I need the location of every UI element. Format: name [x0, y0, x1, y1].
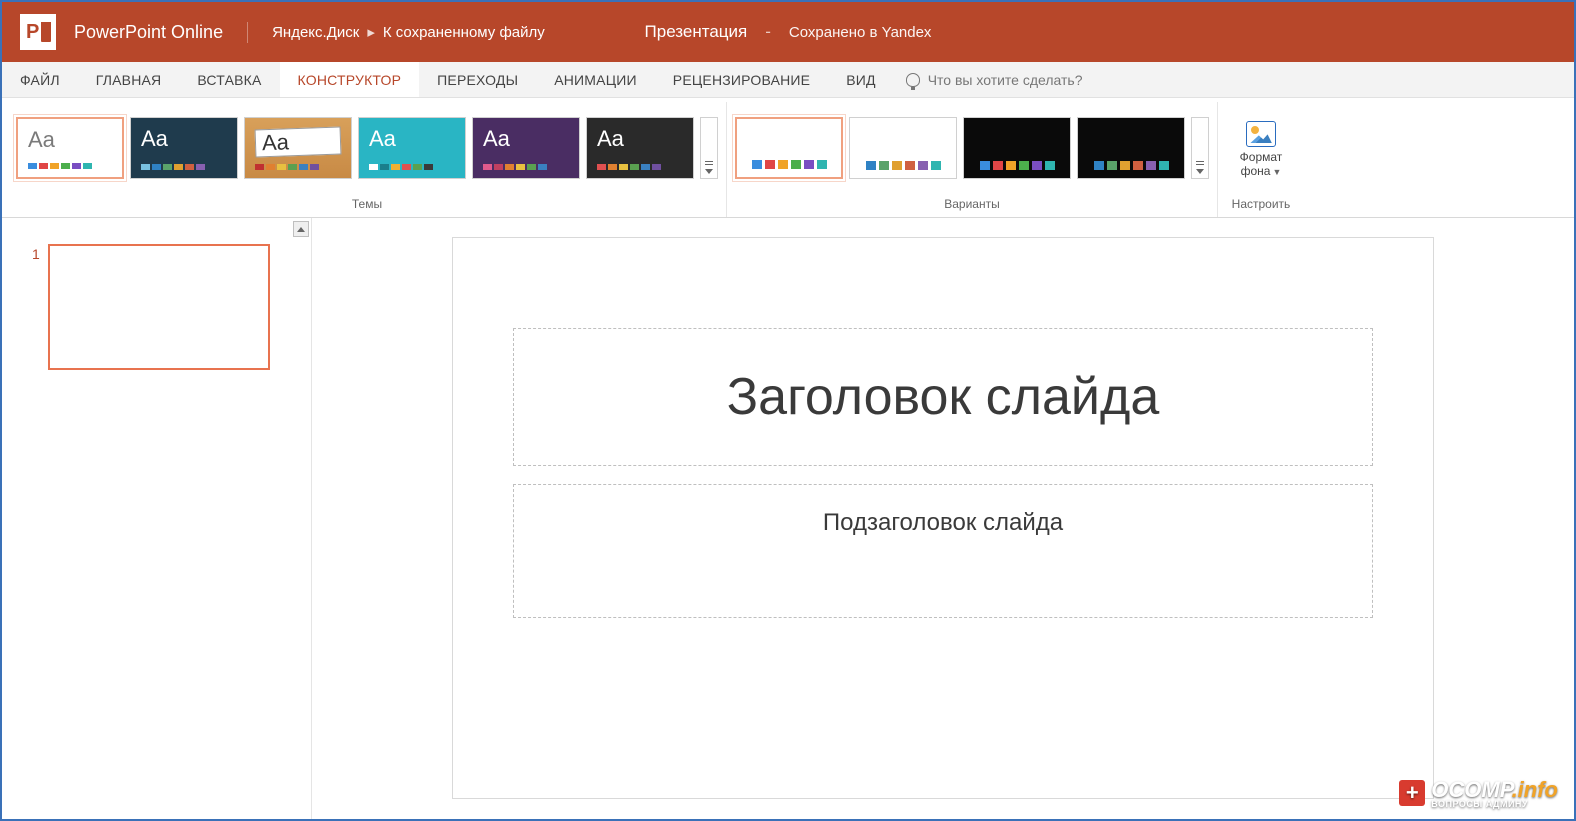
slide-thumbnail-1[interactable] [48, 244, 270, 370]
slide-number: 1 [32, 246, 40, 262]
theme-swatches [255, 164, 341, 170]
workspace: 1 Заголовок слайда Подзаголовок слайда [2, 218, 1574, 819]
group-themes: Aa Aa Aa Aa Aa Aa Темы [8, 102, 727, 217]
theme-sample-text: Aa [28, 129, 112, 151]
ribbon-design: Aa Aa Aa Aa Aa Aa Темы Варианты Формат фона▼ … [2, 98, 1574, 218]
chevron-down-icon: ▼ [1272, 167, 1281, 177]
variant-thumb-0[interactable] [735, 117, 843, 179]
background-format-icon [1246, 121, 1276, 147]
document-name[interactable]: Презентация [645, 22, 748, 42]
group-variants: Варианты [727, 102, 1218, 217]
theme-swatches [483, 164, 569, 170]
tab-review[interactable]: РЕЦЕНЗИРОВАНИЕ [655, 62, 828, 97]
tab-home[interactable]: ГЛАВНАЯ [78, 62, 180, 97]
subtitle-placeholder[interactable]: Подзаголовок слайда [513, 484, 1373, 618]
variant-thumb-1[interactable] [849, 117, 957, 179]
theme-thumb-3[interactable]: Aa [358, 117, 466, 179]
variant-swatches [980, 161, 1055, 170]
theme-swatches [28, 163, 112, 169]
variant-swatches [866, 161, 941, 170]
triangle-up-icon [297, 227, 305, 232]
ribbon-tabs: ФАЙЛ ГЛАВНАЯ ВСТАВКА КОНСТРУКТОР ПЕРЕХОД… [2, 62, 1574, 98]
title-bar: PowerPoint Online Яндекс.Диск ▸ К сохран… [2, 2, 1574, 62]
tab-file[interactable]: ФАЙЛ [2, 62, 78, 97]
variant-swatches [752, 160, 827, 169]
lightbulb-icon [906, 73, 920, 87]
group-label-variants: Варианты [944, 193, 999, 217]
slide-thumbnails-pane: 1 [2, 218, 312, 819]
theme-sample-text: Aa [597, 128, 683, 150]
tell-me-placeholder: Что вы хотите сделать? [928, 72, 1083, 88]
tab-animations[interactable]: АНИМАЦИИ [536, 62, 655, 97]
themes-more-button[interactable] [700, 117, 718, 179]
save-status: Сохранено в Yandex [789, 24, 932, 41]
watermark: + OCOMP.info ВОПРОСЫ АДМИНУ [1399, 777, 1558, 809]
plus-icon: + [1399, 780, 1425, 806]
group-label-themes: Темы [352, 193, 382, 217]
theme-thumb-1[interactable]: Aa [130, 117, 238, 179]
variant-thumb-2[interactable] [963, 117, 1071, 179]
variant-swatches [1094, 161, 1169, 170]
powerpoint-icon [20, 14, 56, 50]
theme-swatches [597, 164, 683, 170]
group-label-customize: Настроить [1232, 193, 1291, 217]
chevron-right-icon: ▸ [367, 23, 375, 41]
slide-canvas[interactable]: Заголовок слайда Подзаголовок слайда [453, 238, 1433, 798]
breadcrumb-file[interactable]: К сохраненному файлу [383, 24, 545, 41]
breadcrumb-location[interactable]: Яндекс.Диск [272, 24, 359, 41]
tab-transitions[interactable]: ПЕРЕХОДЫ [419, 62, 536, 97]
theme-sample-text: Aa [369, 128, 455, 150]
theme-swatches [141, 164, 227, 170]
theme-swatches [369, 164, 455, 170]
variant-thumb-3[interactable] [1077, 117, 1185, 179]
theme-thumb-2[interactable]: Aa [244, 117, 352, 179]
slide-canvas-pane: Заголовок слайда Подзаголовок слайда [312, 218, 1574, 819]
theme-sample-text: Aa [483, 128, 569, 150]
theme-thumb-4[interactable]: Aa [472, 117, 580, 179]
theme-sample-text: Aa [255, 126, 342, 157]
background-format-button[interactable]: Формат фона▼ [1226, 117, 1296, 177]
tab-insert[interactable]: ВСТАВКА [179, 62, 279, 97]
theme-sample-text: Aa [141, 128, 227, 150]
variants-more-button[interactable] [1191, 117, 1209, 179]
scroll-up-button[interactable] [293, 221, 309, 237]
title-placeholder[interactable]: Заголовок слайда [513, 328, 1373, 466]
group-customize: Формат фона▼ Настроить [1218, 102, 1304, 217]
chevron-down-icon [1196, 169, 1204, 174]
tab-design[interactable]: КОНСТРУКТОР [280, 62, 420, 97]
breadcrumb: Яндекс.Диск ▸ К сохраненному файлу [272, 23, 545, 41]
document-info: Презентация - Сохранено в Yandex [645, 22, 932, 42]
tab-view[interactable]: ВИД [828, 62, 893, 97]
chevron-down-icon [705, 169, 713, 174]
tell-me-search[interactable]: Что вы хотите сделать? [906, 72, 1083, 88]
theme-thumb-5[interactable]: Aa [586, 117, 694, 179]
theme-thumb-0[interactable]: Aa [16, 117, 124, 179]
app-title: PowerPoint Online [74, 22, 248, 43]
